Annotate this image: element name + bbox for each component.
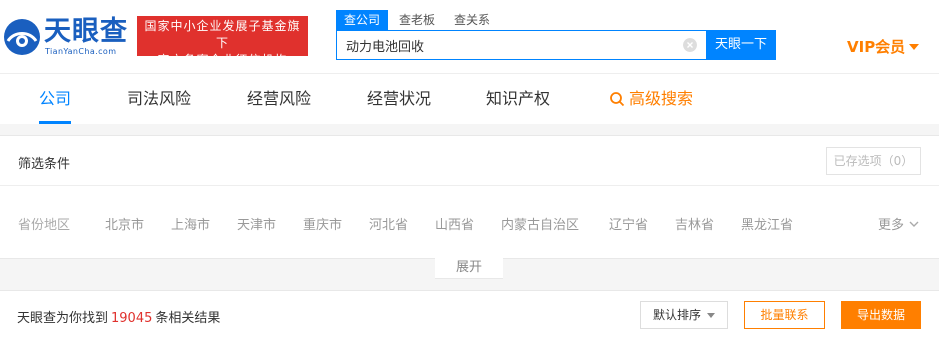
nav-operating-risk[interactable]: 经营风险 bbox=[247, 74, 311, 124]
expand-filters-button[interactable]: 展开 bbox=[435, 257, 503, 279]
tab-relation[interactable]: 查关系 bbox=[446, 10, 498, 30]
nav-intellectual-property[interactable]: 知识产权 bbox=[486, 74, 550, 124]
tab-boss[interactable]: 查老板 bbox=[391, 10, 443, 30]
logo-text: 天眼查 bbox=[44, 16, 128, 47]
gov-badge-line2: 官方备案企业征信机构 bbox=[157, 53, 288, 67]
nav-company[interactable]: 公司 bbox=[39, 74, 72, 124]
filter-header: 筛选条件 已存选项（0） bbox=[0, 136, 939, 186]
search-box: 天眼一下 bbox=[336, 30, 776, 60]
search-input[interactable] bbox=[337, 31, 671, 59]
region-option[interactable]: 北京市 bbox=[105, 214, 144, 233]
nav-advanced-search[interactable]: 高级搜索 bbox=[609, 74, 693, 124]
chevron-down-icon bbox=[909, 221, 919, 227]
search-button[interactable]: 天眼一下 bbox=[706, 30, 776, 60]
region-option[interactable]: 山西省 bbox=[435, 214, 474, 233]
logo-domain: TianYanCha.com bbox=[45, 47, 117, 56]
search-icon bbox=[610, 92, 625, 107]
result-suffix: 条相关结果 bbox=[155, 311, 221, 326]
sort-dropdown[interactable]: 默认排序 bbox=[640, 301, 728, 329]
saved-options-button[interactable]: 已存选项（0） bbox=[826, 147, 921, 175]
export-data-button[interactable]: 导出数据 bbox=[841, 301, 921, 329]
tab-company[interactable]: 查公司 bbox=[336, 10, 389, 30]
more-regions-toggle[interactable]: 更多 bbox=[878, 214, 920, 233]
nav-operating-status[interactable]: 经营状况 bbox=[367, 74, 431, 124]
bulk-contact-button[interactable]: 批量联系 bbox=[744, 301, 825, 329]
results-bar: 天眼查为你找到 19045 条相关结果 默认排序 批量联系 导出数据 bbox=[0, 290, 939, 344]
result-prefix: 天眼查为你找到 bbox=[17, 311, 109, 326]
search-type-tabs: 查公司 查老板 查关系 bbox=[336, 10, 501, 30]
region-label: 省份地区 bbox=[18, 218, 71, 233]
region-filter-row: 省份地区 北京市 上海市 天津市 重庆市 河北省 山西省 内蒙古自治区 辽宁省 … bbox=[0, 186, 939, 259]
caret-down-icon bbox=[909, 43, 920, 50]
region-option[interactable]: 河北省 bbox=[369, 214, 408, 233]
main-nav: 公司 司法风险 经营风险 经营状况 知识产权 高级搜索 bbox=[0, 73, 939, 124]
sort-label: 默认排序 bbox=[653, 308, 702, 322]
header: 天眼查 TianYanCha.com 国家中小企业发展子基金旗下 官方备案企业征… bbox=[0, 0, 939, 73]
region-option[interactable]: 天津市 bbox=[237, 214, 276, 233]
nav-judicial-risk[interactable]: 司法风险 bbox=[127, 74, 191, 124]
region-option[interactable]: 黑龙江省 bbox=[741, 214, 793, 233]
filter-title: 筛选条件 bbox=[18, 157, 71, 172]
eye-logo-icon bbox=[4, 19, 40, 55]
vip-label: VIP会员 bbox=[847, 38, 906, 56]
advanced-search-label: 高级搜索 bbox=[629, 89, 694, 108]
caret-down-icon bbox=[707, 313, 715, 318]
region-option[interactable]: 内蒙古自治区 bbox=[501, 214, 579, 233]
result-summary: 天眼查为你找到 19045 条相关结果 bbox=[17, 307, 220, 326]
region-option[interactable]: 重庆市 bbox=[303, 214, 342, 233]
gov-badge: 国家中小企业发展子基金旗下 官方备案企业征信机构 bbox=[137, 16, 308, 67]
region-option[interactable]: 辽宁省 bbox=[609, 214, 648, 233]
vip-menu[interactable]: VIP会员 bbox=[847, 36, 920, 57]
tianyancha-logo[interactable]: 天眼查 TianYanCha.com bbox=[2, 15, 134, 59]
region-option[interactable]: 吉林省 bbox=[675, 214, 714, 233]
more-label: 更多 bbox=[878, 218, 905, 233]
region-option[interactable]: 上海市 bbox=[171, 214, 210, 233]
result-count: 19045 bbox=[111, 311, 153, 326]
filter-panel: 筛选条件 已存选项（0） 省份地区 北京市 上海市 天津市 重庆市 河北省 山西… bbox=[0, 135, 939, 259]
clear-icon[interactable] bbox=[683, 38, 697, 52]
gov-badge-line1: 国家中小企业发展子基金旗下 bbox=[144, 19, 301, 50]
